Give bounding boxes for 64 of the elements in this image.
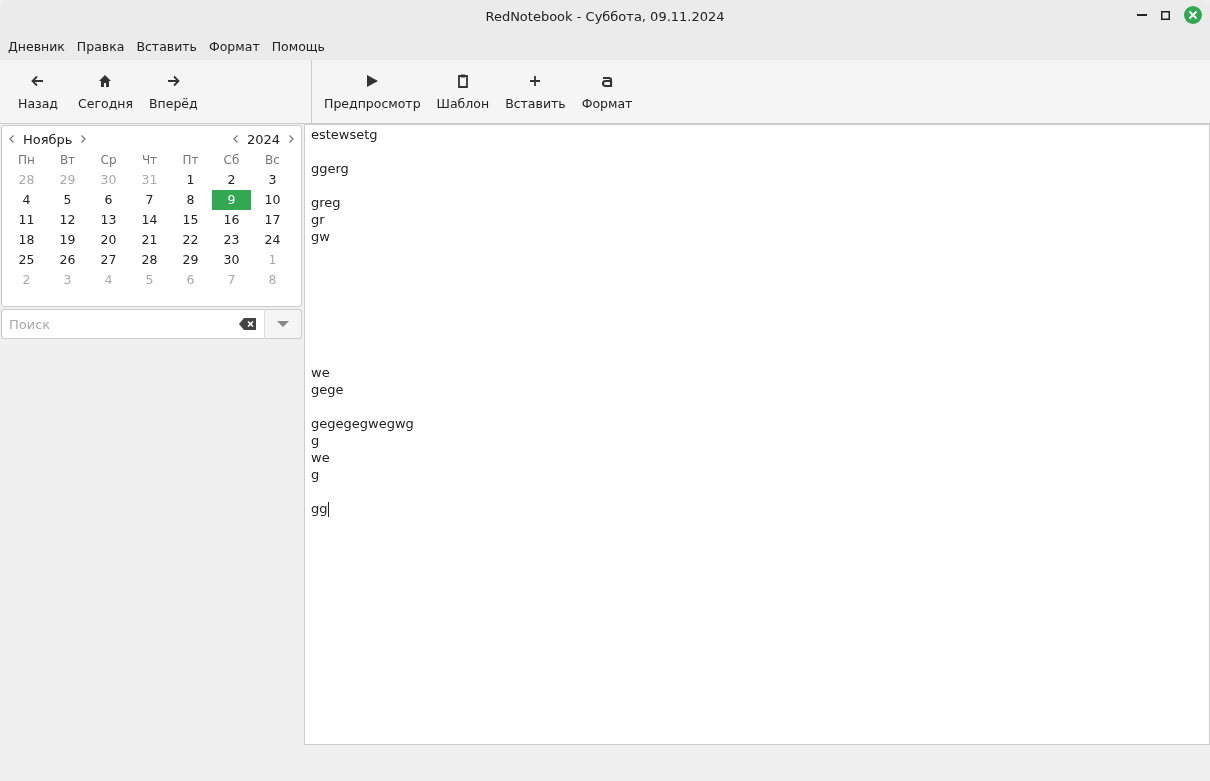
toolbar-button[interactable]: Вперёд [142, 60, 204, 123]
toolbar-button[interactable]: Вставить [499, 60, 572, 123]
toolbar-button[interactable]: Шаблон [430, 60, 496, 123]
calendar-day[interactable]: 8 [171, 190, 210, 210]
dropdown-button[interactable] [264, 309, 302, 339]
year-label: 2024 [246, 131, 280, 147]
menu-item[interactable]: Помощь [267, 38, 329, 54]
calendar-day[interactable]: 22 [171, 230, 210, 250]
weekday-label: Ср [99, 152, 118, 169]
weekday-label: Пн [17, 152, 36, 169]
calendar-day[interactable]: 15 [171, 210, 210, 230]
toolbar-button[interactable]: Формат [575, 60, 639, 123]
calendar-day[interactable]: 13 [89, 210, 128, 230]
calendar-day[interactable]: 21 [130, 230, 169, 250]
weekday-label: Чт [140, 152, 159, 169]
dropdown-caret-icon [277, 321, 289, 327]
calendar-day[interactable]: 29 [171, 250, 210, 270]
calendar-day[interactable]: 11 [7, 210, 46, 230]
calendar-day[interactable]: 3 [253, 170, 292, 190]
menu-item[interactable]: Вставить [132, 38, 201, 54]
toolbar-button[interactable]: Сегодня [72, 60, 139, 123]
menu-item[interactable]: Правка [72, 38, 129, 54]
calendar-day[interactable]: 23 [212, 230, 251, 250]
close-icon[interactable] [1184, 6, 1202, 24]
weekday-label: Вс [264, 152, 281, 169]
calendar-day[interactable]: 30 [212, 250, 251, 270]
search-input[interactable]: Поиск [2, 315, 239, 333]
window-title: RedNotebook - Суббота, 09.11.2024 [485, 8, 725, 24]
menu-item[interactable]: Дневник [4, 38, 69, 54]
calendar-day[interactable]: 10 [253, 190, 292, 210]
calendar-day[interactable]: 16 [212, 210, 251, 230]
calendar-day[interactable]: 5 [48, 190, 87, 210]
previous-year-icon[interactable] [232, 135, 238, 143]
calendar-day[interactable]: 17 [253, 210, 292, 230]
home-icon [97, 72, 114, 89]
clear-icon[interactable] [239, 318, 256, 330]
calendar-day[interactable]: 12 [48, 210, 87, 230]
calendar-day[interactable]: 24 [253, 230, 292, 250]
maximize-icon[interactable] [1161, 10, 1170, 20]
calendar-day[interactable]: 1 [171, 170, 210, 190]
calendar-day[interactable]: 19 [48, 230, 87, 250]
calendar-day[interactable]: 4 [7, 190, 46, 210]
text-editor[interactable]: estewsetg ggerg greg gr gw we gege gegegegwegwg g we g gg [304, 124, 1210, 745]
calendar-day[interactable]: 20 [89, 230, 128, 250]
search-field[interactable]: Поиск [1, 309, 264, 339]
calendar-day[interactable]: 28 [130, 250, 169, 270]
month-label: Ноябрь [23, 131, 73, 147]
calendar-day[interactable]: 18 [7, 230, 46, 250]
weekday-label: Вт [58, 152, 77, 169]
weekday-label: Сб [222, 152, 241, 169]
calendar-day[interactable]: 26 [48, 250, 87, 270]
calendar-day[interactable]: 6 [89, 190, 128, 210]
calendar-day[interactable]: 25 [7, 250, 46, 270]
toolbar-button[interactable]: Предпросмотр [318, 60, 427, 123]
calendar-day[interactable]: 7 [130, 190, 169, 210]
calendar-day[interactable]: 27 [89, 250, 128, 270]
next-year-icon[interactable] [289, 135, 294, 143]
calendar-day[interactable]: 2 [212, 170, 251, 190]
toolbar-button[interactable]: Назад [8, 60, 68, 123]
menu-item[interactable]: Формат [204, 38, 264, 54]
next-month-icon[interactable] [81, 135, 87, 143]
calendar-day[interactable]: 14 [130, 210, 169, 230]
previous-month-icon[interactable] [9, 135, 14, 143]
weekday-label: Пт [181, 152, 200, 169]
